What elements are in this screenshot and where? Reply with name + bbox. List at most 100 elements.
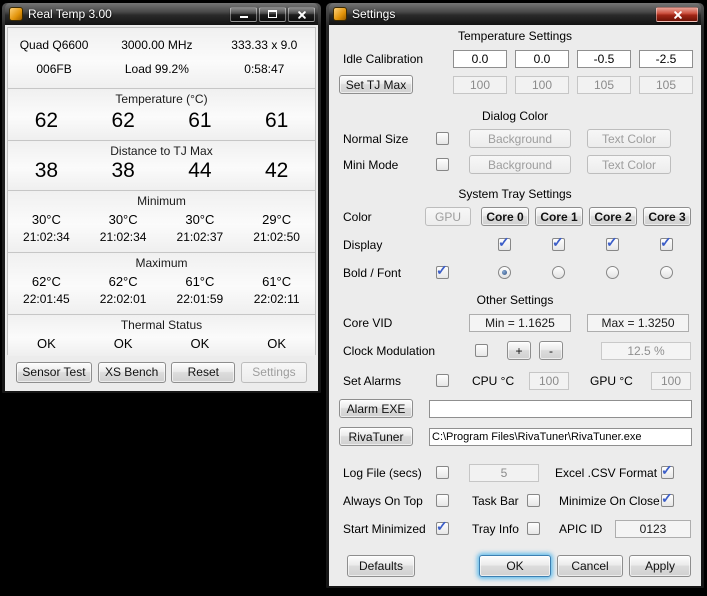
set-tj-max-button[interactable]: Set TJ Max [339, 75, 413, 94]
rivatuner-path-input[interactable] [429, 428, 692, 446]
set-alarms-checkbox[interactable] [436, 374, 449, 387]
close-button[interactable] [288, 7, 315, 22]
apply-button[interactable]: Apply [629, 555, 691, 577]
thermal-status-core2: OK [162, 336, 239, 351]
log-file-row: Log File (secs) Excel .CSV Format [329, 463, 701, 483]
cancel-button[interactable]: Cancel [557, 555, 623, 577]
font-radio-core0[interactable] [498, 266, 511, 279]
maximize-button[interactable] [259, 7, 286, 22]
temperature-header: Temperature (°C) [8, 89, 315, 106]
maximum-temp-core1: 62°C [85, 274, 162, 289]
alarm-exe-button[interactable]: Alarm EXE [339, 399, 413, 418]
settings-titlebar[interactable]: Settings [329, 3, 701, 25]
distance-section: Distance to TJ Max 38 38 44 42 [8, 140, 315, 190]
normal-size-checkbox[interactable] [436, 132, 449, 145]
font-radio-core3[interactable] [660, 266, 673, 279]
apic-id-label: APIC ID [559, 519, 602, 539]
clock-modulation-checkbox[interactable] [475, 344, 488, 357]
modulation-plus-button[interactable]: + [507, 341, 531, 360]
mini-text-color-button: Text Color [587, 155, 671, 174]
minimum-time-core0: 21:02:34 [8, 230, 85, 244]
close-icon [297, 10, 306, 19]
display-checkbox-core1[interactable] [552, 238, 565, 251]
settings-footer-row: Defaults OK Cancel Apply [329, 555, 701, 579]
minimum-temps: 30°C 30°C 30°C 29°C [8, 212, 315, 227]
maximum-temp-core2: 61°C [162, 274, 239, 289]
idle-calibration-input-2[interactable] [577, 50, 631, 68]
minimum-temp-core2: 30°C [162, 212, 239, 227]
normal-size-label: Normal Size [343, 129, 408, 149]
distance-core2: 44 [162, 159, 239, 183]
minimize-on-close-checkbox[interactable] [661, 494, 674, 507]
temperature-section: Temperature (°C) 62 62 61 61 [8, 88, 315, 140]
readings-panel: Quad Q6600 3000.00 MHz 333.33 x 9.0 006F… [7, 27, 316, 355]
realtemp-titlebar[interactable]: Real Temp 3.00 [5, 3, 318, 25]
normal-background-button: Background [469, 129, 571, 148]
excel-csv-checkbox[interactable] [661, 466, 674, 479]
task-bar-checkbox[interactable] [527, 494, 540, 507]
ok-button[interactable]: OK [479, 555, 551, 577]
normal-text-color-button: Text Color [587, 129, 671, 148]
tj-max-value-2 [577, 76, 631, 94]
font-radio-core2[interactable] [606, 266, 619, 279]
mini-mode-checkbox[interactable] [436, 158, 449, 171]
core0-button[interactable]: Core 0 [481, 207, 529, 226]
log-file-checkbox[interactable] [436, 466, 449, 479]
log-interval-input [469, 464, 539, 482]
core3-button[interactable]: Core 3 [643, 207, 691, 226]
bold-font-checkbox[interactable] [436, 266, 449, 279]
start-minimized-checkbox[interactable] [436, 522, 449, 535]
settings-close-button[interactable] [656, 7, 698, 22]
cpu-alarm-label: CPU °C [472, 371, 514, 391]
temperature-core0: 62 [8, 109, 85, 133]
core1-button[interactable]: Core 1 [535, 207, 583, 226]
idle-calibration-row: Idle Calibration [329, 49, 701, 69]
clock-modulation-label: Clock Modulation [343, 341, 435, 361]
alarm-exe-path-input[interactable] [429, 400, 692, 418]
realtemp-app-icon [9, 7, 23, 21]
set-alarms-label: Set Alarms [343, 371, 401, 391]
display-checkbox-core0[interactable] [498, 238, 511, 251]
always-on-top-checkbox[interactable] [436, 494, 449, 507]
log-file-label: Log File (secs) [343, 463, 422, 483]
reset-button[interactable]: Reset [171, 362, 235, 383]
core-vid-row: Core VID Min = 1.1625 Max = 1.3250 [329, 313, 701, 333]
thermal-status-core1: OK [85, 336, 162, 351]
maximize-icon [268, 10, 277, 18]
mini-mode-row: Mini Mode Background Text Color [329, 155, 701, 175]
minimum-section: Minimum 30°C 30°C 30°C 29°C 21:02:34 21:… [8, 190, 315, 252]
maximum-time-core1: 22:02:01 [85, 292, 162, 306]
distance-core3: 42 [238, 159, 315, 183]
minimize-button[interactable] [230, 7, 257, 22]
alarm-exe-row: Alarm EXE [329, 399, 701, 419]
minimum-time-core1: 21:02:34 [85, 230, 162, 244]
idle-calibration-input-3[interactable] [639, 50, 693, 68]
rivatuner-button[interactable]: RivaTuner [339, 427, 413, 446]
thermal-status-header: Thermal Status [8, 315, 315, 332]
maximum-temps: 62°C 62°C 61°C 61°C [8, 274, 315, 289]
settings-button: Settings [241, 362, 307, 383]
font-radio-core1[interactable] [552, 266, 565, 279]
settings-app-icon [333, 7, 347, 21]
minimum-header: Minimum [8, 191, 315, 208]
settings-window: Settings Temperature Settings Idle Calib… [325, 2, 705, 589]
settings-close-icon [673, 10, 682, 19]
display-checkbox-core3[interactable] [660, 238, 673, 251]
excel-csv-label: Excel .CSV Format [555, 463, 657, 483]
temperature-values: 62 62 61 61 [8, 109, 315, 133]
cpu-frequency: 3000.00 MHz [100, 38, 214, 52]
core2-button[interactable]: Core 2 [589, 207, 637, 226]
minimum-temp-core1: 30°C [85, 212, 162, 227]
idle-calibration-input-1[interactable] [515, 50, 569, 68]
cpu-name: Quad Q6600 [8, 38, 100, 52]
maximum-time-core0: 22:01:45 [8, 292, 85, 306]
sensor-test-button[interactable]: Sensor Test [16, 362, 92, 383]
xs-bench-button[interactable]: XS Bench [98, 362, 166, 383]
idle-calibration-input-0[interactable] [453, 50, 507, 68]
modulation-minus-button[interactable]: - [539, 341, 563, 360]
tray-info-checkbox[interactable] [527, 522, 540, 535]
display-checkbox-core2[interactable] [606, 238, 619, 251]
maximum-time-core2: 22:01:59 [162, 292, 239, 306]
desktop: Real Temp 3.00 Quad Q6600 3000.00 MHz 33… [0, 0, 707, 596]
defaults-button[interactable]: Defaults [347, 555, 415, 577]
